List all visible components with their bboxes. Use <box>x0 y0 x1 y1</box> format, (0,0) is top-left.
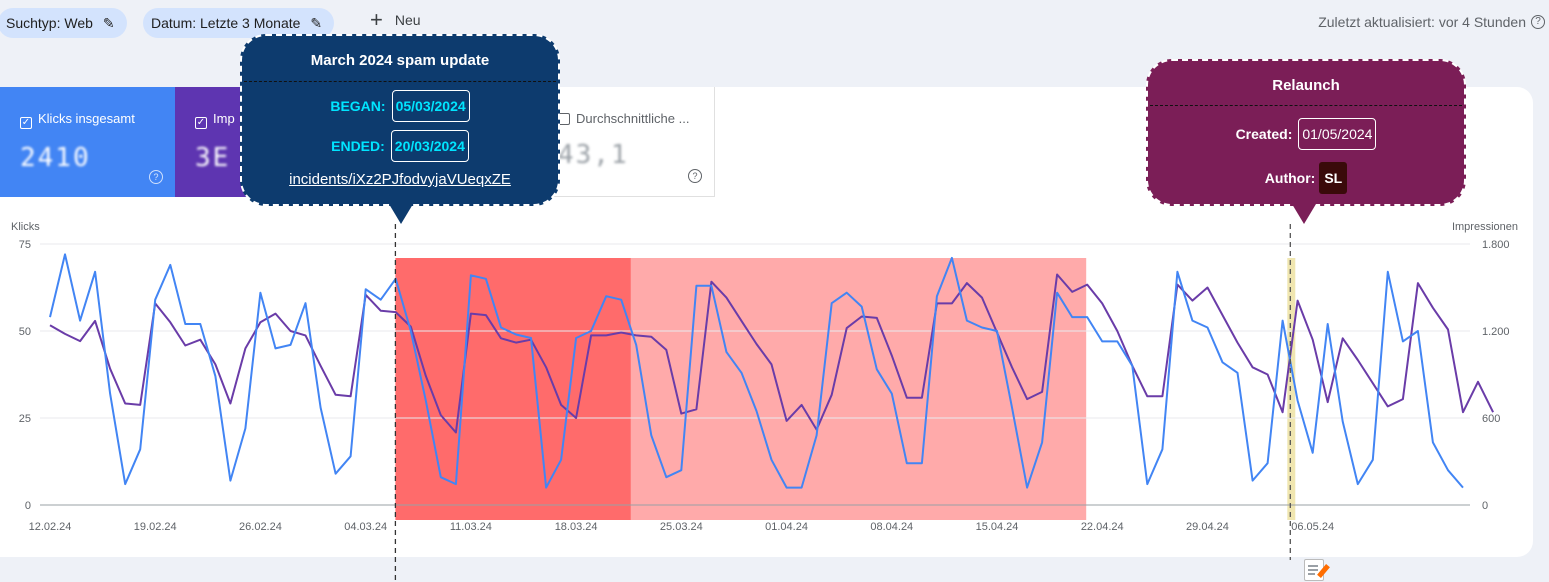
right-axis-tick: 1.200 <box>1482 326 1510 338</box>
ended-date: 20/03/2024 <box>390 130 469 162</box>
right-axis-tick: 0 <box>1482 500 1488 512</box>
x-axis-tick: 08.04.24 <box>870 521 913 533</box>
x-axis-tick: 19.02.24 <box>134 521 177 533</box>
note-icon[interactable] <box>1304 559 1330 581</box>
x-axis-tick: 25.03.24 <box>660 521 703 533</box>
x-axis-tick: 15.04.24 <box>976 521 1019 533</box>
spam-popup-pointer <box>389 204 413 224</box>
right-axis-tick: 1.800 <box>1482 239 1510 251</box>
x-axis-tick: 29.04.24 <box>1186 521 1229 533</box>
popup-divider <box>1150 105 1462 106</box>
ended-row: ENDED: 20/03/2024 <box>242 130 558 162</box>
began-date: 05/03/2024 <box>391 90 470 122</box>
popup-title: March 2024 spam update <box>310 52 490 69</box>
author-row: Author: SL <box>1148 162 1464 194</box>
created-row: Created: 01/05/2024 <box>1148 118 1464 150</box>
left-axis-tick: 25 <box>19 413 31 425</box>
author-badge: SL <box>1319 162 1348 194</box>
x-axis-tick: 18.03.24 <box>555 521 598 533</box>
author-label: Author: <box>1264 170 1316 186</box>
left-axis-tick: 0 <box>25 500 31 512</box>
popup-divider <box>244 81 556 82</box>
x-axis-tick: 12.02.24 <box>29 521 72 533</box>
x-axis-tick: 01.04.24 <box>765 521 808 533</box>
annotation-marker-band <box>1287 258 1296 520</box>
right-axis-tick: 600 <box>1482 413 1500 425</box>
spam-update-popup: March 2024 spam update BEGAN: 05/03/2024 … <box>240 34 560 206</box>
x-axis-tick: 22.04.24 <box>1081 521 1124 533</box>
left-axis-tick: 50 <box>19 326 31 338</box>
left-axis-tick: 75 <box>19 239 31 251</box>
x-axis-tick: 26.02.24 <box>239 521 282 533</box>
x-axis-tick: 06.05.24 <box>1291 521 1334 533</box>
popup-title: Relaunch <box>1272 77 1340 94</box>
began-row: BEGAN: 05/03/2024 <box>242 90 558 122</box>
x-axis-tick: 11.03.24 <box>450 521 492 533</box>
relaunch-popup: Relaunch Created: 01/05/2024 Author: SL <box>1146 59 1466 206</box>
relaunch-popup-pointer <box>1292 204 1316 224</box>
began-label: BEGAN: <box>330 98 386 114</box>
created-label: Created: <box>1235 126 1293 142</box>
created-date: 01/05/2024 <box>1298 118 1377 150</box>
incident-link[interactable]: incidents/iXz2PJfodvyjaVUeqxZE <box>242 171 558 188</box>
x-axis-tick: 04.03.24 <box>344 521 387 533</box>
ended-label: ENDED: <box>331 138 385 154</box>
